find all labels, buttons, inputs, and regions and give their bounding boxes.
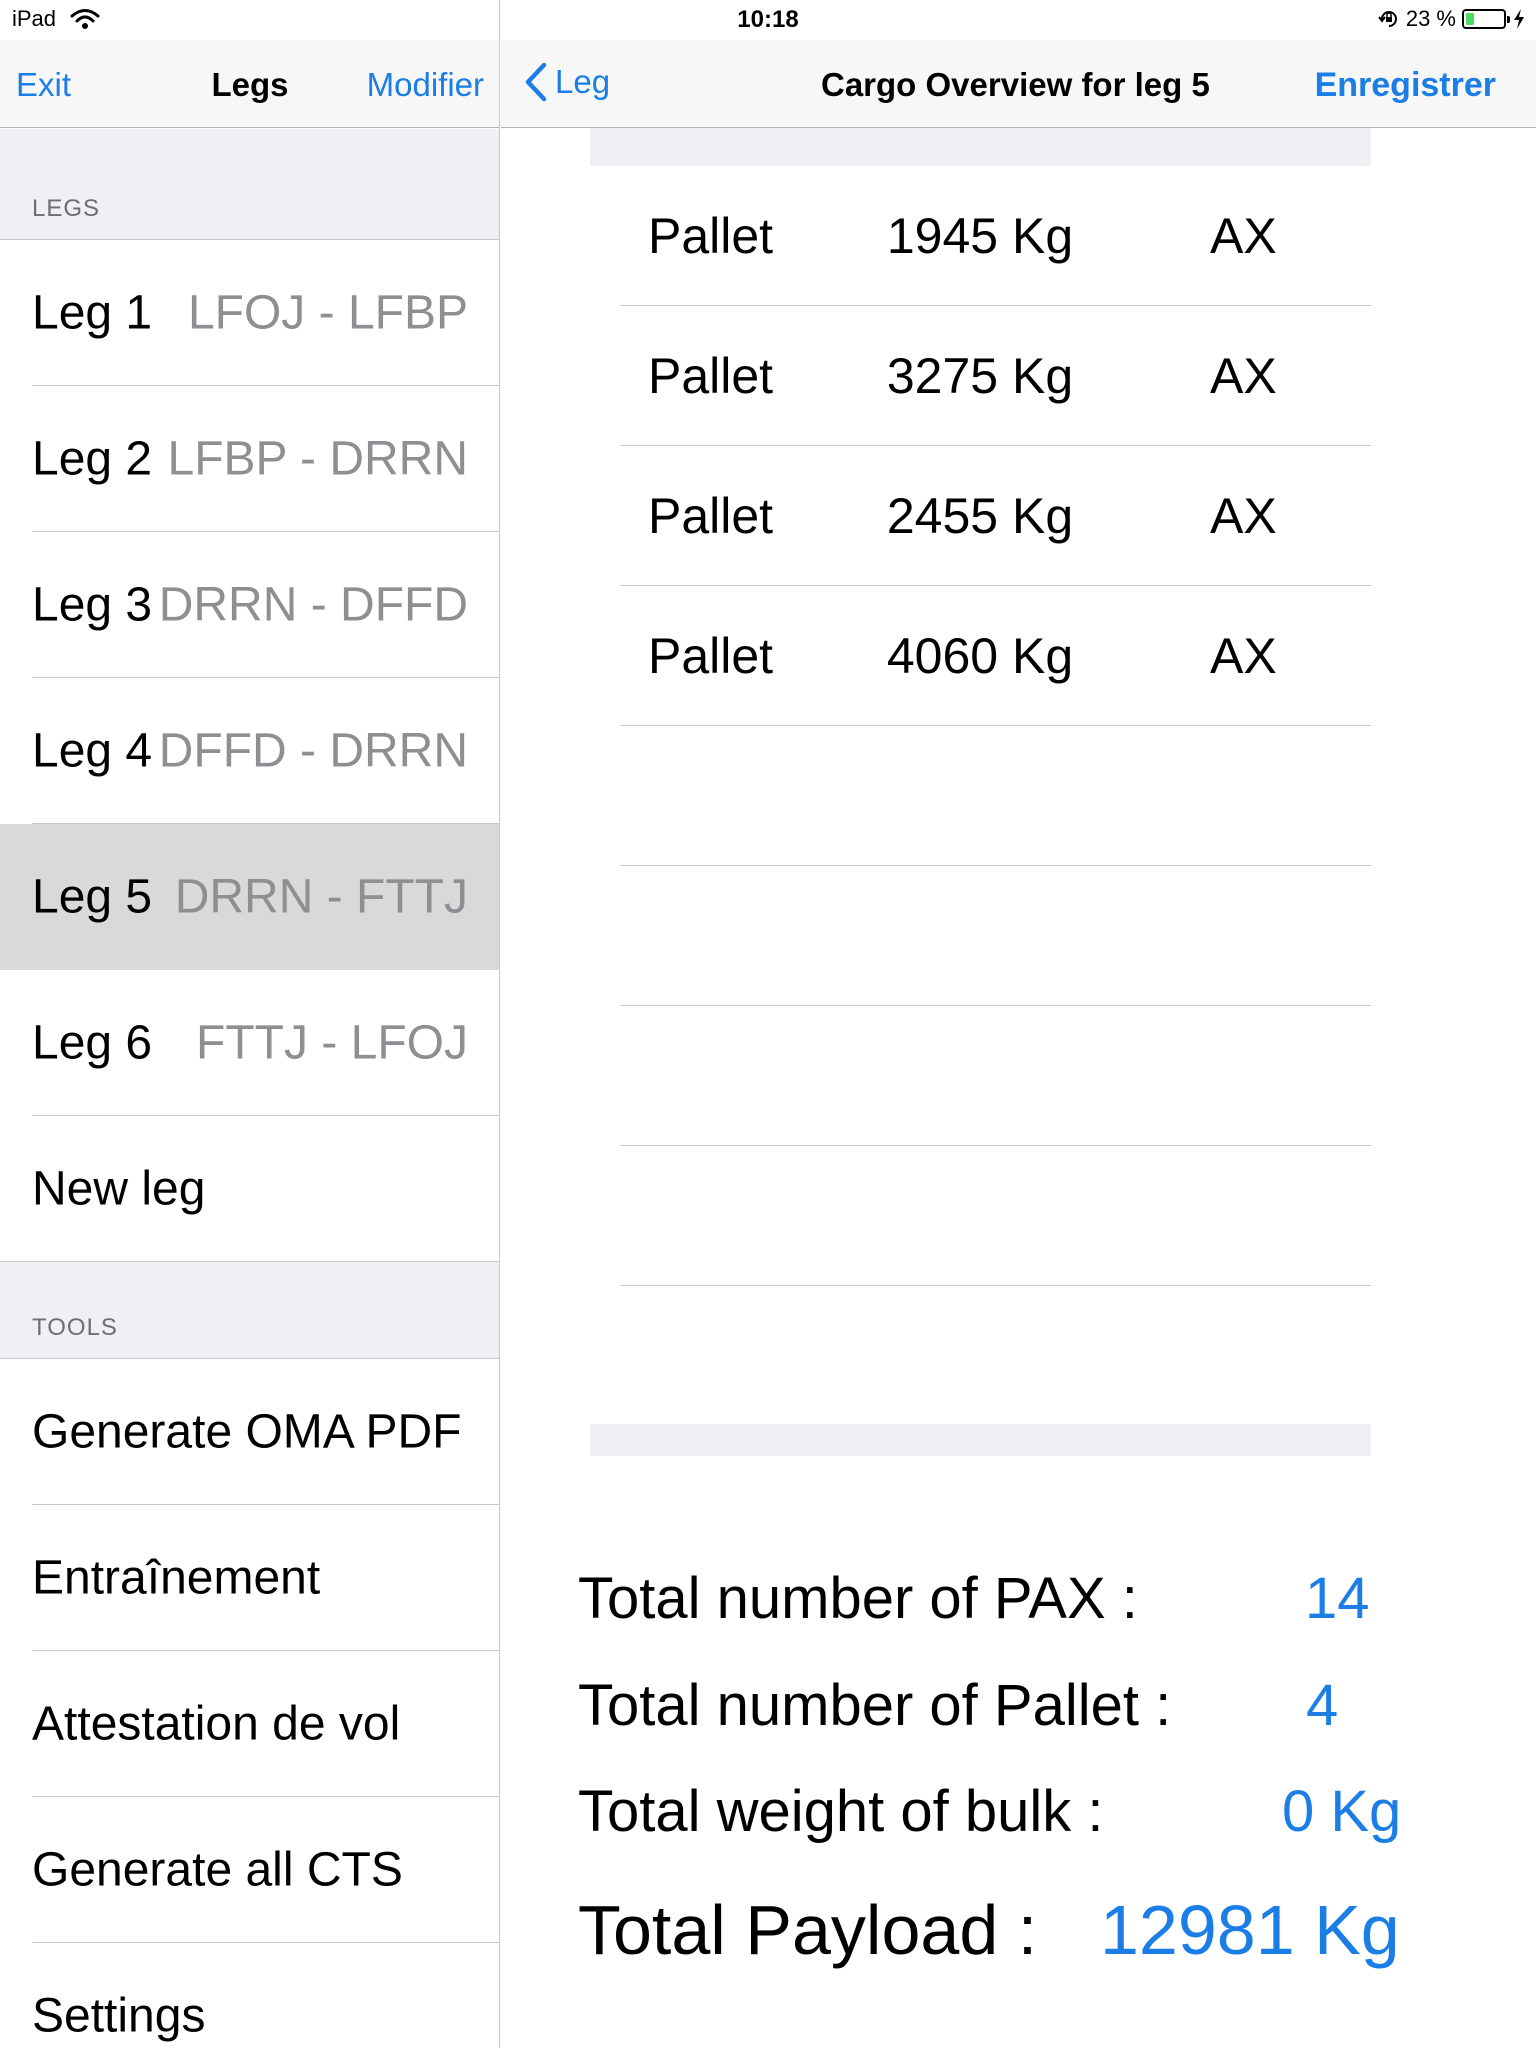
- bulk-total-label: Total weight of bulk :: [578, 1779, 1104, 1844]
- cargo-weight: 2455 Kg: [886, 488, 1074, 544]
- leg-name: Leg 6: [32, 1016, 153, 1070]
- cargo-position: AX: [1210, 348, 1277, 404]
- cargo-weight: 4060 Kg: [886, 628, 1074, 684]
- empty-row: [620, 1146, 1371, 1286]
- leg-name: Leg 3: [32, 578, 153, 632]
- leg-route: FTTJ - LFOJ: [196, 1016, 468, 1070]
- cargo-row[interactable]: Pallet 1945 Kg AX: [620, 166, 1371, 306]
- tool-label: Generate OMA PDF: [32, 1405, 462, 1459]
- leg-name: Leg 4: [32, 724, 153, 778]
- new-leg-row[interactable]: New leg: [0, 1116, 499, 1262]
- leg-route: LFBP - DRRN: [167, 432, 469, 486]
- leg-row-5[interactable]: Leg 5 DRRN - FTTJ: [0, 824, 499, 970]
- leg-name: Leg 1: [32, 286, 153, 340]
- leg-row-1[interactable]: Leg 1 LFOJ - LFBP: [0, 240, 499, 386]
- modify-button[interactable]: Modifier: [367, 66, 484, 104]
- back-label: Leg: [555, 63, 611, 100]
- pax-total-label: Total number of PAX :: [578, 1566, 1138, 1631]
- cargo-type: Pallet: [648, 628, 774, 684]
- tool-label: Settings: [32, 1989, 206, 2043]
- cargo-nav-bar: Leg Cargo Overview for leg 5 Enregistrer: [501, 40, 1536, 128]
- chevron-left-icon: [525, 62, 547, 102]
- battery-icon: [1462, 9, 1510, 29]
- tools-section-header: TOOLS: [0, 1262, 499, 1358]
- leg-route: DFFD - DRRN: [158, 724, 468, 778]
- cargo-row[interactable]: Pallet 3275 Kg AX: [620, 306, 1371, 446]
- cargo-type: Pallet: [648, 348, 774, 404]
- legs-nav-bar: Exit Legs Modifier: [0, 40, 499, 128]
- status-bar: iPad 10:18 23 %: [0, 0, 1536, 40]
- legs-pane: Exit Legs Modifier LEGS Leg 1 LFOJ - LFB…: [0, 0, 500, 2048]
- leg-row-2[interactable]: Leg 2 LFBP - DRRN: [0, 386, 499, 532]
- empty-row: [620, 726, 1371, 866]
- pallet-total-value: 4: [1306, 1673, 1339, 1738]
- save-button[interactable]: Enregistrer: [1315, 66, 1496, 105]
- pax-total-value: 14: [1305, 1566, 1370, 1631]
- legs-section-header: LEGS: [0, 129, 499, 239]
- cargo-weight: 3275 Kg: [886, 348, 1074, 404]
- tool-generate-oma-pdf[interactable]: Generate OMA PDF: [0, 1359, 499, 1505]
- tool-label: Attestation de vol: [32, 1697, 401, 1751]
- leg-route: DRRN - FTTJ: [174, 870, 468, 924]
- leg-name: Leg 5: [32, 870, 153, 924]
- tool-generate-all-cts[interactable]: Generate all CTS: [0, 1797, 499, 1943]
- tool-label: Generate all CTS: [32, 1843, 403, 1897]
- battery-percent: 23 %: [1405, 6, 1456, 31]
- cargo-position: AX: [1210, 208, 1277, 264]
- tool-attestation-de-vol[interactable]: Attestation de vol: [0, 1651, 499, 1797]
- legs-section-label: LEGS: [32, 195, 101, 222]
- cargo-row[interactable]: Pallet 4060 Kg AX: [620, 586, 1371, 726]
- bulk-total-value: 0 Kg: [1282, 1779, 1402, 1844]
- clock: 10:18: [737, 6, 799, 33]
- charging-bolt-icon: [1514, 9, 1524, 29]
- leg-row-4[interactable]: Leg 4 DFFD - DRRN: [0, 678, 499, 824]
- cargo-title: Cargo Overview for leg 5: [821, 66, 1210, 103]
- tools-section-label: TOOLS: [32, 1314, 118, 1341]
- tool-label: Entraînement: [32, 1551, 321, 1605]
- leg-name: Leg 2: [32, 432, 153, 486]
- empty-row: [620, 866, 1371, 1006]
- leg-route: LFOJ - LFBP: [187, 286, 468, 340]
- tool-entrainement[interactable]: Entraînement: [0, 1505, 499, 1651]
- cargo-position: AX: [1210, 628, 1277, 684]
- leg-row-3[interactable]: Leg 3 DRRN - DFFD: [0, 532, 499, 678]
- empty-row: [620, 1006, 1371, 1146]
- payload-total-value: 12981 Kg: [1100, 1891, 1400, 1969]
- table-bottom-band: [590, 1424, 1371, 1456]
- table-top-band: [590, 128, 1371, 166]
- leg-row-6[interactable]: Leg 6 FTTJ - LFOJ: [0, 970, 499, 1116]
- cargo-position: AX: [1210, 488, 1277, 544]
- status-right: 23 %: [1378, 6, 1526, 32]
- cargo-row[interactable]: Pallet 2455 Kg AX: [620, 446, 1371, 586]
- back-button[interactable]: Leg: [523, 62, 610, 102]
- leg-route: DRRN - DFFD: [158, 578, 468, 632]
- payload-total-label: Total Payload :: [578, 1891, 1038, 1969]
- pallet-total-label: Total number of Pallet :: [578, 1673, 1172, 1738]
- rotation-lock-icon: [1378, 11, 1397, 27]
- new-leg-label: New leg: [32, 1162, 206, 1216]
- cargo-type: Pallet: [648, 208, 774, 264]
- cargo-type: Pallet: [648, 488, 774, 544]
- tool-settings[interactable]: Settings: [0, 1943, 499, 2048]
- cargo-weight: 1945 Kg: [886, 208, 1074, 264]
